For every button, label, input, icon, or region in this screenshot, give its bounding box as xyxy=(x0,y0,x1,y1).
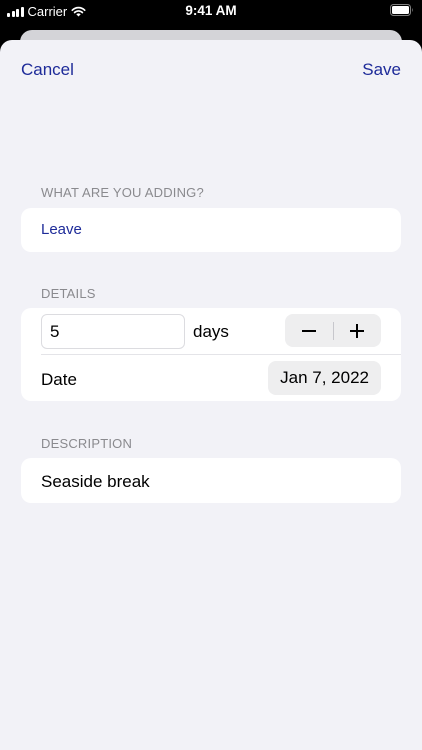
details-section-header: DETAILS xyxy=(41,286,96,301)
status-time: 9:41 AM xyxy=(185,3,237,18)
entry-type-picker[interactable]: Leave xyxy=(21,208,401,252)
status-bar: Carrier 9:41 AM xyxy=(0,0,422,22)
cancel-button[interactable]: Cancel xyxy=(21,60,74,80)
row-divider xyxy=(41,354,401,355)
save-button[interactable]: Save xyxy=(362,60,401,80)
details-card: 5 days Date Jan 7, 2022 xyxy=(21,308,401,401)
entry-type-value: Leave xyxy=(41,221,82,238)
days-input[interactable]: 5 xyxy=(41,314,185,349)
description-value: Seaside break xyxy=(41,472,150,491)
date-label: Date xyxy=(41,370,77,389)
battery-icon xyxy=(390,4,413,16)
days-unit-label: days xyxy=(193,322,229,341)
increment-button[interactable] xyxy=(334,314,382,347)
days-stepper xyxy=(285,314,381,347)
decrement-button[interactable] xyxy=(285,314,333,347)
screen: Carrier 9:41 AM Cancel Save WHAT ARE YOU… xyxy=(0,0,422,750)
description-field[interactable]: Seaside break xyxy=(21,458,401,503)
status-right xyxy=(390,4,414,19)
minus-icon xyxy=(301,329,316,332)
date-picker-button[interactable]: Jan 7, 2022 xyxy=(268,361,381,395)
plus-icon xyxy=(350,323,365,338)
type-section-header: WHAT ARE YOU ADDING? xyxy=(41,185,204,200)
description-section-header: DESCRIPTION xyxy=(41,436,133,451)
add-entry-sheet: Cancel Save WHAT ARE YOU ADDING? Leave D… xyxy=(0,40,422,750)
